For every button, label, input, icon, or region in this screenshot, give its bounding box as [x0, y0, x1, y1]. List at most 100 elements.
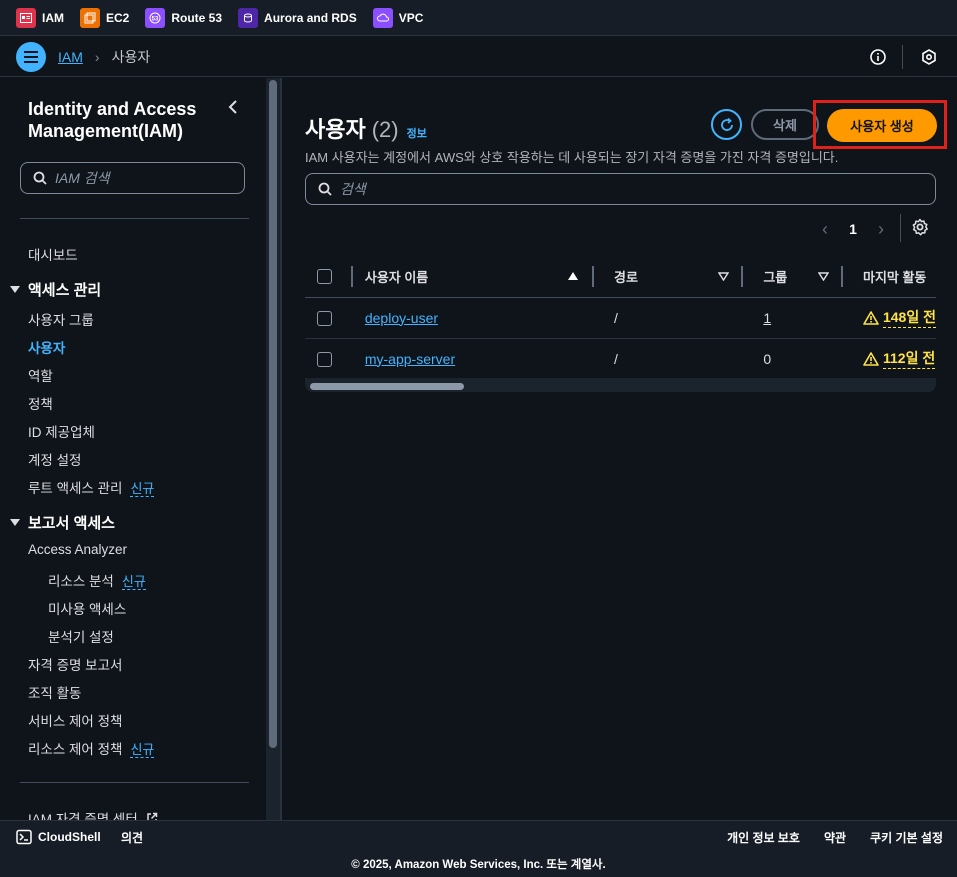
row-checkbox[interactable]	[317, 351, 332, 367]
copyright-text: © 2025, Amazon Web Services, Inc. 또는 계열사…	[351, 859, 606, 871]
sidebar-section-access-management[interactable]: 액세스 관리	[10, 279, 101, 300]
username-link[interactable]: deploy-user	[365, 310, 438, 326]
favorite-aurora-rds[interactable]: Aurora and RDS	[238, 7, 357, 28]
warning-icon	[863, 310, 879, 325]
sidebar-item-credential-report[interactable]: 자격 증명 보고서	[28, 654, 122, 674]
favorite-label: IAM	[42, 10, 64, 25]
sidebar-item-unused-access[interactable]: 미사용 액세스	[48, 598, 126, 618]
favorite-ec2[interactable]: EC2	[80, 7, 129, 28]
column-header-path[interactable]: 경로	[593, 256, 744, 298]
groups-count-link[interactable]: 1	[763, 310, 771, 326]
current-page-number[interactable]: 1	[835, 221, 871, 237]
sort-ascending-icon	[567, 272, 578, 280]
favorite-label: VPC	[398, 10, 424, 25]
sidebar-item-root-access[interactable]: 루트 액세스 관리 신규	[28, 477, 155, 497]
caret-down-icon	[10, 519, 20, 526]
settings-button[interactable]	[917, 45, 941, 69]
divider	[20, 218, 249, 219]
sidebar-item-organization-activity[interactable]: 조직 활동	[28, 682, 81, 702]
sidebar-item-policies[interactable]: 정책	[28, 393, 53, 413]
sidebar-item-label: 리소스 제어 정책	[28, 742, 123, 757]
select-all-checkbox[interactable]	[317, 269, 332, 285]
caret-down-icon	[10, 286, 20, 293]
delete-button[interactable]: 삭제	[751, 109, 819, 140]
info-button[interactable]	[866, 45, 890, 69]
user-count: (2)	[371, 117, 399, 142]
terms-link[interactable]: 약관	[824, 829, 846, 846]
table-header-row: 사용자 이름 경로 그룹 마지막 활동	[305, 256, 936, 298]
sidebar-item-identity-providers[interactable]: ID 제공업체	[28, 421, 95, 441]
sidebar-item-service-control-policies[interactable]: 서비스 제어 정책	[28, 710, 122, 730]
section-label: 액세스 관리	[28, 282, 102, 299]
table-row: my-app-server / 0 112일 전	[305, 338, 936, 380]
feedback-link[interactable]: 의견	[121, 829, 143, 846]
sidebar-search	[20, 162, 245, 194]
table-preferences-button[interactable]	[911, 218, 929, 239]
path-cell: /	[593, 338, 744, 380]
page-header: 사용자 (2) 정보	[305, 112, 427, 144]
sidebar-item-users[interactable]: 사용자	[28, 337, 65, 357]
cloudshell-button[interactable]: CloudShell	[16, 829, 101, 845]
sidebar-item-identity-center[interactable]: IAM 자격 증명 센터	[28, 808, 158, 820]
previous-page-button[interactable]: ‹	[815, 219, 835, 240]
hamburger-menu-button[interactable]	[16, 41, 46, 72]
external-link-icon	[146, 812, 157, 820]
column-label: 경로	[613, 269, 638, 285]
last-activity-text[interactable]: 112일 전	[882, 348, 936, 369]
favorite-route53[interactable]: 53 Route 53	[145, 7, 222, 28]
sidebar-item-resource-analysis[interactable]: 리소스 분석 신규	[48, 570, 146, 590]
breadcrumb-bar: IAM › 사용자	[0, 37, 957, 77]
last-activity-cell: 148일 전	[842, 297, 936, 339]
sidebar-item-account-settings[interactable]: 계정 설정	[28, 449, 81, 469]
sidebar-item-dashboard[interactable]: 대시보드	[28, 244, 78, 264]
row-checkbox[interactable]	[317, 310, 332, 326]
column-header-last-activity[interactable]: 마지막 활동	[842, 256, 936, 298]
sidebar-item-roles[interactable]: 역할	[28, 365, 53, 385]
cookie-preferences-link[interactable]: 쿠키 기본 설정	[870, 829, 943, 846]
new-badge: 신규	[130, 742, 155, 758]
user-search-input[interactable]	[340, 181, 900, 197]
privacy-link[interactable]: 개인 정보 보호	[727, 829, 800, 846]
sidebar-item-user-groups[interactable]: 사용자 그룹	[28, 309, 94, 329]
console-footer: CloudShell 의견 개인 정보 보호 약관 쿠키 기본 설정 © 202…	[0, 820, 957, 877]
groups-cell: 1	[743, 297, 843, 339]
chevron-right-icon: ›	[94, 48, 100, 65]
column-header-username[interactable]: 사용자 이름	[352, 256, 594, 298]
sidebar-item-analyzer-settings[interactable]: 분석기 설정	[48, 626, 114, 646]
username-link[interactable]: my-app-server	[365, 351, 455, 367]
column-label: 사용자 이름	[364, 269, 429, 285]
sidebar-item-resource-control-policies[interactable]: 리소스 제어 정책 신규	[28, 738, 155, 758]
last-activity-text[interactable]: 148일 전	[882, 307, 936, 328]
divider	[280, 78, 282, 820]
column-header-groups[interactable]: 그룹	[743, 256, 843, 298]
last-activity-cell: 112일 전	[842, 338, 936, 380]
table-scrollbar-thumb[interactable]	[310, 383, 464, 390]
new-badge: 신규	[130, 481, 155, 497]
ec2-service-icon	[80, 7, 100, 28]
iam-service-icon	[16, 7, 36, 28]
favorite-vpc[interactable]: VPC	[372, 7, 424, 28]
search-icon	[318, 182, 332, 196]
page-title: 사용자	[305, 117, 366, 142]
sidebar-item-access-analyzer[interactable]: Access Analyzer	[28, 542, 127, 557]
row-select-cell	[305, 338, 353, 380]
refresh-button[interactable]	[711, 109, 742, 140]
column-label: 마지막 활동	[862, 269, 927, 285]
info-link[interactable]: 정보	[407, 125, 427, 141]
breadcrumb-current: 사용자	[111, 48, 151, 65]
sidebar-section-access-reports[interactable]: 보고서 액세스	[10, 512, 115, 533]
favorite-iam[interactable]: IAM	[16, 7, 64, 28]
users-table: 사용자 이름 경로 그룹 마지막 활동 deploy-user / 1 148일…	[305, 256, 936, 380]
groups-cell: 0	[743, 338, 843, 380]
next-page-button[interactable]: ›	[871, 219, 891, 240]
sidebar-scrollbar-thumb[interactable]	[269, 80, 277, 748]
annotation-highlight-box	[813, 100, 947, 149]
favorites-bar: IAM EC2 53 Route 53 Aurora and RDS VPC	[0, 0, 957, 36]
sidebar-search-input[interactable]	[55, 170, 225, 186]
pagination: ‹ 1 ›	[815, 216, 891, 242]
search-icon	[33, 171, 47, 185]
collapse-sidebar-button[interactable]	[228, 100, 238, 117]
chevron-left-icon	[228, 100, 237, 114]
breadcrumb-iam-link[interactable]: IAM	[58, 49, 83, 65]
favorite-label: Aurora and RDS	[264, 10, 357, 25]
